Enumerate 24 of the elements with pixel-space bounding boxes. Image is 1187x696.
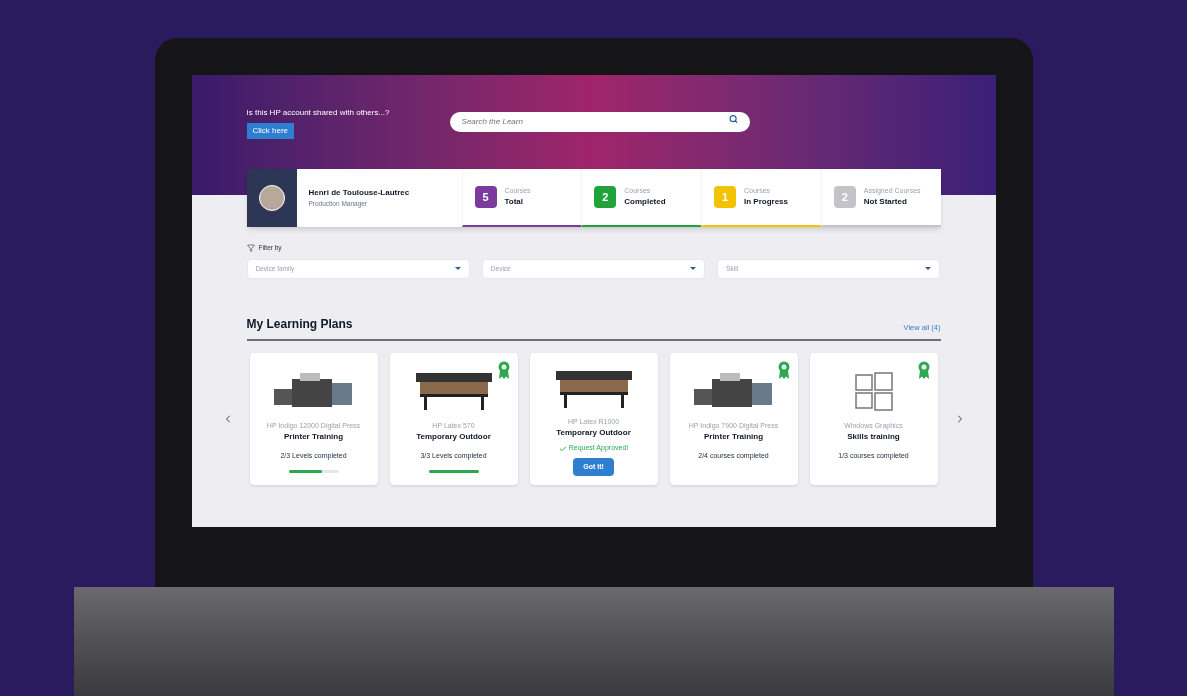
course-count: 2 bbox=[833, 186, 856, 208]
plan-title: Temporary Outdoor bbox=[556, 427, 631, 440]
course-count: 1 bbox=[714, 186, 736, 208]
course-count: 5 bbox=[474, 186, 497, 208]
plan-title: Printer Training bbox=[283, 431, 344, 444]
plan-title: Printer Training bbox=[703, 431, 764, 444]
check-icon bbox=[558, 444, 567, 453]
dropdown-caret-icon bbox=[690, 267, 697, 271]
click-here-button[interactable]: Click here bbox=[246, 123, 295, 139]
stat-label: In Progress bbox=[744, 196, 788, 209]
course-count: 2 bbox=[594, 186, 617, 208]
filter-icon bbox=[246, 243, 255, 252]
plan-title: Skills training bbox=[847, 431, 900, 444]
user-name: Henri de Toulouse-Lautrec bbox=[308, 187, 411, 200]
dropdown-caret-icon bbox=[925, 267, 932, 271]
dropdown-caret-icon bbox=[454, 267, 461, 271]
shared-account-question: Is this HP account shared with others...? bbox=[246, 107, 390, 119]
plan-title: Temporary Outdoor bbox=[416, 431, 491, 444]
section-title: My Learning Plans bbox=[246, 315, 353, 333]
stat-label: Not Started bbox=[863, 196, 908, 209]
search-field[interactable]: Search the Learn bbox=[449, 111, 750, 132]
stat-label: Total bbox=[504, 196, 524, 209]
stat-label: Completed bbox=[624, 196, 666, 209]
search-icon[interactable] bbox=[728, 114, 738, 124]
